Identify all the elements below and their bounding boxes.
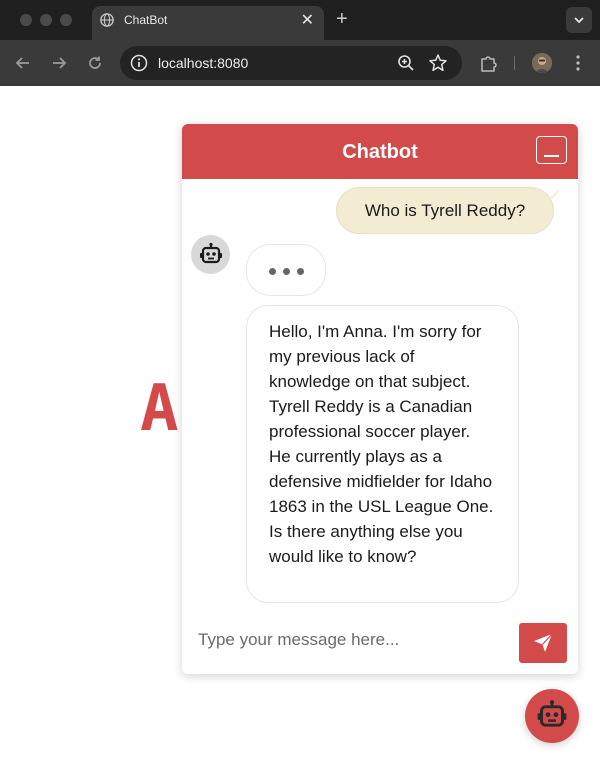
robot-icon — [199, 242, 222, 263]
typing-dot — [269, 268, 276, 275]
new-tab-button[interactable]: + — [336, 8, 348, 31]
url-text[interactable]: localhost:8080 — [158, 55, 248, 71]
minimize-button[interactable] — [536, 136, 567, 164]
toolbar-divider — [514, 56, 515, 70]
robot-icon — [537, 700, 567, 727]
extensions-puzzle-icon[interactable] — [478, 53, 498, 73]
site-info-icon[interactable] — [130, 54, 148, 72]
forward-button[interactable] — [48, 52, 70, 74]
window-minimize-light[interactable] — [40, 14, 52, 26]
arrow-right-icon — [53, 57, 67, 69]
bot-message-text: Hello, I'm Anna. I'm sorry for my previo… — [269, 322, 494, 566]
address-bar[interactable]: localhost:8080 — [120, 46, 462, 80]
bubble-tail-icon — [548, 188, 560, 200]
kebab-menu-icon[interactable] — [570, 53, 586, 73]
browser-tab[interactable]: ChatBot ✕ — [92, 6, 324, 40]
send-icon — [534, 633, 553, 652]
page-heading: A — [140, 372, 181, 446]
typing-dot — [297, 268, 304, 275]
window-close-light[interactable] — [20, 14, 32, 26]
chat-header: Chatbot — [182, 124, 578, 179]
browser-tab-bar: ChatBot ✕ + — [0, 0, 600, 40]
back-button[interactable] — [12, 52, 34, 74]
chat-window: Chatbot Who is Tyrell Reddy? Hello, I'm … — [182, 124, 578, 674]
user-message-text: Who is Tyrell Reddy? — [364, 200, 526, 220]
tab-search-button[interactable] — [566, 7, 592, 33]
zoom-in-icon[interactable] — [397, 54, 415, 72]
message-input[interactable] — [190, 620, 510, 660]
profile-avatar[interactable] — [532, 53, 552, 73]
bot-avatar — [191, 235, 230, 274]
tab-close-icon[interactable]: ✕ — [301, 10, 314, 30]
chevron-down-icon — [574, 17, 584, 24]
arrow-left-icon — [15, 57, 29, 69]
typing-dot — [283, 268, 290, 275]
typing-indicator — [246, 244, 326, 296]
reload-button[interactable] — [84, 52, 106, 74]
chat-launcher-button[interactable] — [525, 689, 579, 743]
bot-message-bubble: Hello, I'm Anna. I'm sorry for my previo… — [246, 305, 519, 603]
chat-input-row — [182, 614, 578, 674]
window-zoom-light[interactable] — [60, 14, 72, 26]
tab-title: ChatBot — [124, 13, 168, 27]
person-icon — [532, 53, 552, 73]
bookmark-star-icon[interactable] — [428, 53, 448, 73]
user-message-bubble: Who is Tyrell Reddy? — [336, 187, 554, 234]
reload-icon — [89, 56, 101, 69]
globe-icon — [100, 13, 114, 27]
chat-title: Chatbot — [342, 141, 418, 163]
send-button[interactable] — [519, 623, 567, 663]
browser-toolbar: localhost:8080 — [0, 40, 600, 86]
